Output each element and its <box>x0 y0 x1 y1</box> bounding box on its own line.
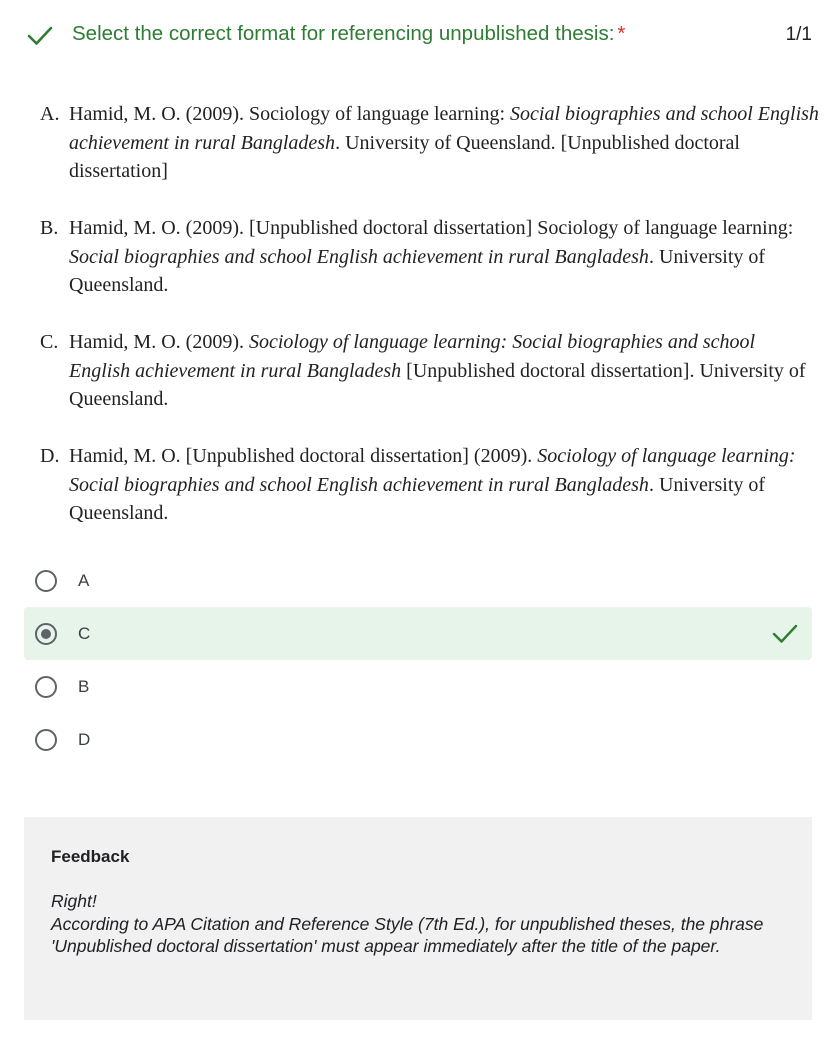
option-label: C <box>78 623 91 643</box>
reference-letter: D. <box>40 445 60 467</box>
check-icon <box>27 26 53 45</box>
radio-button[interactable] <box>35 569 57 592</box>
feedback-explanation: According to APA Citation and Reference … <box>51 913 764 957</box>
option-a[interactable]: A <box>24 554 812 607</box>
required-mark: * <box>617 22 626 45</box>
option-b[interactable]: B <box>24 660 812 713</box>
question-title: Select the correct format for referencin… <box>72 22 625 46</box>
reference-letter: B. <box>40 217 59 239</box>
correct-check-icon <box>772 624 798 643</box>
answer-options: A C B D <box>24 554 812 766</box>
reference-list: A. Hamid, M. O. (2009). Sociology of lan… <box>40 100 820 556</box>
option-d[interactable]: D <box>24 713 812 766</box>
reference-text: Hamid, M. O. (2009). Sociology of langua… <box>69 103 511 125</box>
feedback-verdict: Right! <box>51 891 97 911</box>
radio-button[interactable] <box>35 675 57 698</box>
feedback-panel: Feedback Right! According to APA Citatio… <box>24 817 812 1020</box>
radio-button-selected[interactable] <box>35 622 57 645</box>
reference-text: Hamid, M. O. (2009). <box>69 331 249 353</box>
feedback-title: Feedback <box>51 847 130 866</box>
reference-option-d: D. Hamid, M. O. [Unpublished doctoral di… <box>40 442 820 528</box>
radio-button[interactable] <box>35 728 57 751</box>
reference-option-b: B. Hamid, M. O. (2009). [Unpublished doc… <box>40 214 820 300</box>
question-header: Select the correct format for referencin… <box>0 0 840 70</box>
reference-option-a: A. Hamid, M. O. (2009). Sociology of lan… <box>40 100 820 186</box>
option-label: B <box>78 676 90 696</box>
option-c[interactable]: C <box>24 607 812 660</box>
option-label: A <box>78 570 90 590</box>
question-text: Select the correct format for referencin… <box>72 22 615 45</box>
score-label: 1/1 <box>785 24 812 45</box>
reference-text: Hamid, M. O. [Unpublished doctoral disse… <box>69 445 538 467</box>
reference-italic-text: Social biographies and school English ac… <box>69 245 649 268</box>
reference-option-c: C. Hamid, M. O. (2009). Sociology of lan… <box>40 328 820 414</box>
reference-text: Hamid, M. O. (2009). [Unpublished doctor… <box>69 217 794 239</box>
option-label: D <box>78 729 91 749</box>
feedback-body: Right! According to APA Citation and Ref… <box>51 890 785 958</box>
reference-letter: A. <box>40 103 60 125</box>
reference-letter: C. <box>40 331 59 353</box>
